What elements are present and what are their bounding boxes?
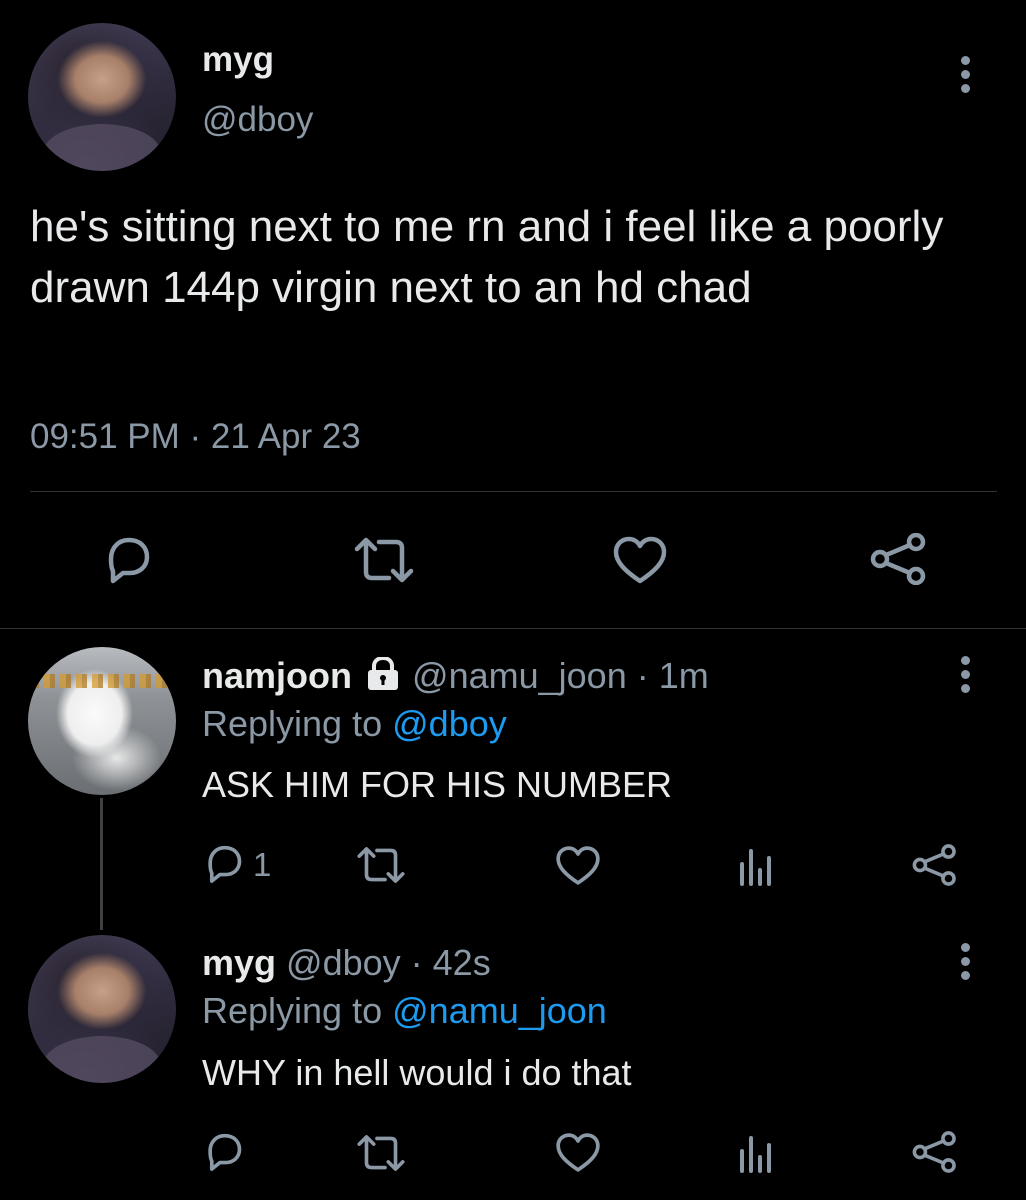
more-options-icon[interactable] [961, 656, 971, 698]
replying-to-handle[interactable]: @namu_joon [392, 990, 607, 1031]
share-icon[interactable] [912, 1131, 958, 1173]
retweet-icon[interactable] [356, 844, 406, 886]
more-options-icon[interactable] [961, 56, 971, 98]
reply-header: namjoon @namu_joon · 1m [202, 655, 709, 700]
share-icon[interactable] [912, 844, 958, 886]
tweet-time[interactable]: · 1m [637, 655, 709, 696]
tweet-text: ASK HIM FOR HIS NUMBER [202, 764, 673, 805]
avatar[interactable] [28, 935, 176, 1083]
user-handle[interactable]: @dboy [202, 100, 313, 140]
avatar[interactable] [28, 23, 176, 171]
more-options-icon[interactable] [961, 943, 971, 985]
avatar[interactable] [28, 647, 176, 795]
analytics-icon[interactable] [738, 846, 774, 886]
replying-to: Replying to @namu_joon [202, 990, 607, 1032]
divider [0, 628, 1026, 629]
tweet-text: WHY in hell would i do that [202, 1052, 632, 1093]
reply-icon[interactable] [202, 843, 246, 885]
tweet-text: he's sitting next to me rn and i feel li… [30, 202, 944, 312]
reply-count: 1 [253, 846, 272, 883]
user-handle[interactable]: @dboy [286, 942, 401, 983]
like-icon[interactable] [554, 1131, 602, 1174]
display-name[interactable]: namjoon [202, 655, 352, 696]
divider [30, 491, 997, 492]
user-handle[interactable]: @namu_joon [412, 655, 627, 696]
tweet-timestamp[interactable]: 09:51 PM · 21 Apr 23 [30, 417, 361, 457]
display-name[interactable]: myg [202, 942, 276, 983]
reply-icon[interactable] [202, 1131, 246, 1173]
like-icon[interactable] [554, 844, 602, 887]
display-name[interactable]: myg [202, 40, 274, 80]
reply-header: myg @dboy · 42s [202, 942, 491, 984]
share-icon[interactable] [870, 533, 928, 585]
replying-to-label: Replying to [202, 990, 383, 1031]
tweet-time[interactable]: · 42s [411, 942, 491, 983]
lock-icon [364, 655, 402, 700]
replying-to-label: Replying to [202, 703, 383, 744]
like-icon[interactable] [611, 534, 669, 586]
replying-to-handle[interactable]: @dboy [392, 703, 507, 744]
thread-line [100, 798, 103, 930]
retweet-icon[interactable] [356, 1132, 406, 1174]
analytics-icon[interactable] [738, 1133, 774, 1173]
reply-icon[interactable] [101, 535, 155, 585]
retweet-icon[interactable] [353, 534, 415, 586]
replying-to: Replying to @dboy [202, 703, 507, 745]
